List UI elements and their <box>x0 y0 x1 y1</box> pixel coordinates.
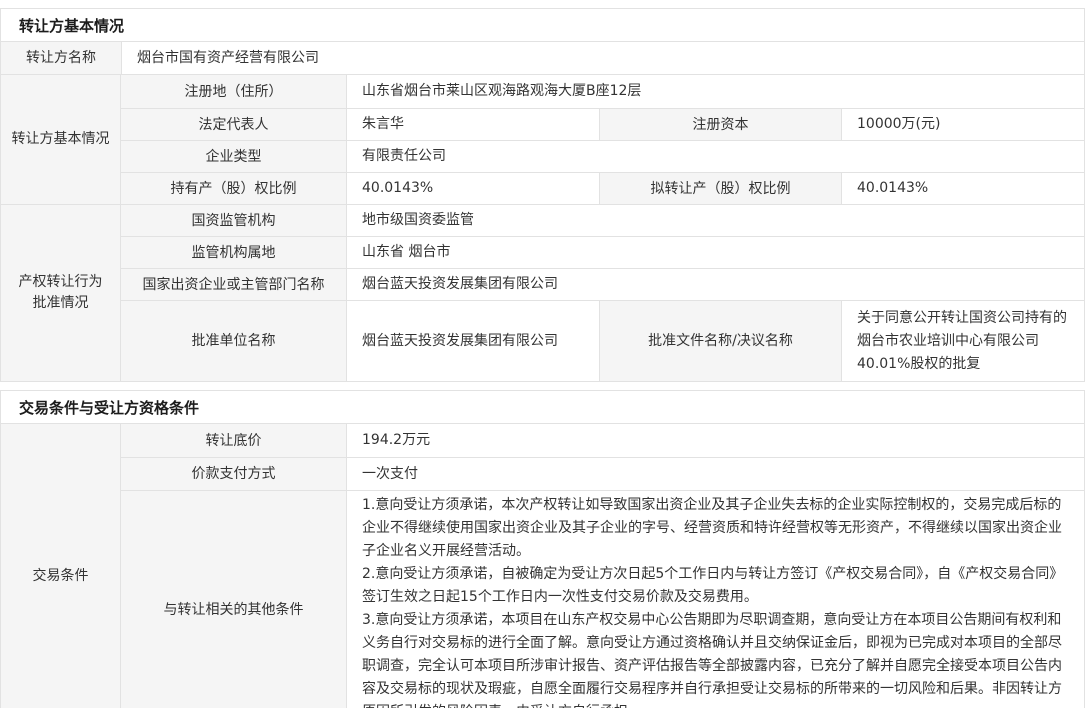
label-sasac-body: 国资监管机构 <box>121 205 346 236</box>
group-label-trade-conditions: 交易条件 <box>1 424 121 708</box>
value-company-type: 有限责任公司 <box>346 141 1084 172</box>
group-label-approval-line2: 批准情况 <box>33 293 89 314</box>
label-equity-held: 持有产（股）权比例 <box>121 173 346 204</box>
table-row-sasac-location: 监管机构属地 山东省 烟台市 <box>121 236 1084 268</box>
label-approval-doc: 批准文件名称/决议名称 <box>599 301 841 381</box>
table-row-sasac-body: 国资监管机构 地市级国资委监管 <box>121 205 1084 236</box>
table-row-reg-address: 注册地（住所） 山东省烟台市莱山区观海路观海大厦B座12层 <box>121 75 1084 108</box>
value-other-conditions: 1.意向受让方须承诺，本次产权转让如导致国家出资企业及其子企业失去标的企业实际控… <box>346 491 1084 708</box>
label-state-enterprise: 国家出资企业或主管部门名称 <box>121 269 346 300</box>
other-conditions-paragraph-3: 3.意向受让方须承诺，本项目在山东产权交易中心公告期即为尽职调查期，意向受让方在… <box>362 609 1069 708</box>
section-title-transferor: 转让方基本情况 <box>1 9 1084 41</box>
label-reg-address: 注册地（住所） <box>121 75 346 108</box>
table-row-floor-price: 转让底价 194.2万元 <box>121 424 1084 457</box>
value-payment-method: 一次支付 <box>346 458 1084 490</box>
group-trade-rows: 转让底价 194.2万元 价款支付方式 一次支付 与转让相关的其他条件 1.意向… <box>121 424 1084 708</box>
table-row-legal-rep: 法定代表人 朱言华 注册资本 10000万(元) <box>121 108 1084 140</box>
value-state-enterprise: 烟台蓝天投资发展集团有限公司 <box>346 269 1084 300</box>
group-approval-rows: 国资监管机构 地市级国资委监管 监管机构属地 山东省 烟台市 国家出资企业或主管… <box>121 205 1084 381</box>
property-transfer-listing-page: 转让方基本情况 转让方名称 烟台市国有资产经营有限公司 转让方基本情况 注册地（… <box>0 0 1085 708</box>
group-label-approval-line1: 产权转让行为 <box>19 272 103 293</box>
label-company-type: 企业类型 <box>121 141 346 172</box>
group-label-approval-info: 产权转让行为 批准情况 <box>1 205 121 381</box>
value-reg-capital: 10000万(元) <box>841 109 1084 140</box>
table-row-other-conditions: 与转让相关的其他条件 1.意向受让方须承诺，本次产权转让如导致国家出资企业及其子… <box>121 490 1084 708</box>
label-equity-to-transfer: 拟转让产（股）权比例 <box>599 173 841 204</box>
value-reg-address: 山东省烟台市莱山区观海路观海大厦B座12层 <box>346 75 1084 108</box>
group-basic-info: 转让方基本情况 注册地（住所） 山东省烟台市莱山区观海路观海大厦B座12层 法定… <box>1 74 1084 204</box>
value-approval-doc: 关于同意公开转让国资公司持有的烟台市农业培训中心有限公司40.01%股权的批复 <box>841 301 1084 381</box>
table-row-payment-method: 价款支付方式 一次支付 <box>121 457 1084 490</box>
value-equity-to-transfer: 40.0143% <box>841 173 1084 204</box>
group-approval-info: 产权转让行为 批准情况 国资监管机构 地市级国资委监管 监管机构属地 山东省 烟… <box>1 204 1084 381</box>
section-title-conditions: 交易条件与受让方资格条件 <box>1 391 1084 423</box>
label-approval-unit: 批准单位名称 <box>121 301 346 381</box>
value-floor-price: 194.2万元 <box>346 424 1084 457</box>
value-equity-held: 40.0143% <box>346 173 599 204</box>
value-sasac-location: 山东省 烟台市 <box>346 237 1084 268</box>
other-conditions-paragraph-2: 2.意向受让方须承诺，自被确定为受让方次日起5个工作日内与转让方签订《产权交易合… <box>362 563 1069 609</box>
value-legal-rep: 朱言华 <box>346 109 599 140</box>
label-legal-rep: 法定代表人 <box>121 109 346 140</box>
transaction-conditions-table: 交易条件与受让方资格条件 交易条件 转让底价 194.2万元 价款支付方式 一次… <box>0 390 1085 708</box>
label-transferor-name: 转让方名称 <box>1 42 121 74</box>
label-floor-price: 转让底价 <box>121 424 346 457</box>
label-sasac-location: 监管机构属地 <box>121 237 346 268</box>
table-row-state-enterprise: 国家出资企业或主管部门名称 烟台蓝天投资发展集团有限公司 <box>121 268 1084 300</box>
value-transferor-name: 烟台市国有资产经营有限公司 <box>121 42 1084 74</box>
value-approval-unit: 烟台蓝天投资发展集团有限公司 <box>346 301 599 381</box>
group-label-basic-info: 转让方基本情况 <box>1 75 121 204</box>
label-other-conditions: 与转让相关的其他条件 <box>121 491 346 708</box>
table-row-company-type: 企业类型 有限责任公司 <box>121 140 1084 172</box>
label-payment-method: 价款支付方式 <box>121 458 346 490</box>
group-basic-rows: 注册地（住所） 山东省烟台市莱山区观海路观海大厦B座12层 法定代表人 朱言华 … <box>121 75 1084 204</box>
group-trade-conditions: 交易条件 转让底价 194.2万元 价款支付方式 一次支付 与转让相关的其他条件… <box>1 423 1084 708</box>
transferor-info-table: 转让方基本情况 转让方名称 烟台市国有资产经营有限公司 转让方基本情况 注册地（… <box>0 8 1085 382</box>
other-conditions-paragraph-1: 1.意向受让方须承诺，本次产权转让如导致国家出资企业及其子企业失去标的企业实际控… <box>362 494 1069 563</box>
table-row-equity-ratio: 持有产（股）权比例 40.0143% 拟转让产（股）权比例 40.0143% <box>121 172 1084 204</box>
label-reg-capital: 注册资本 <box>599 109 841 140</box>
table-row-transferor-name: 转让方名称 烟台市国有资产经营有限公司 <box>1 41 1084 74</box>
table-row-approval-unit: 批准单位名称 烟台蓝天投资发展集团有限公司 批准文件名称/决议名称 关于同意公开… <box>121 300 1084 381</box>
value-sasac-body: 地市级国资委监管 <box>346 205 1084 236</box>
